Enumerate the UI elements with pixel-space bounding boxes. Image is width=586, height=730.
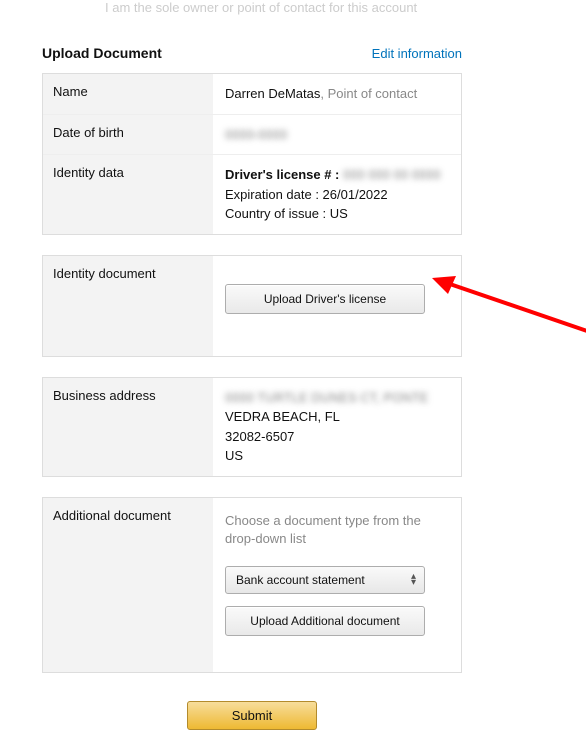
name-text: Darren DeMatas bbox=[225, 86, 320, 101]
additional-doc-value: Choose a document type from the drop-dow… bbox=[213, 498, 461, 672]
expiration-line: Expiration date : 26/01/2022 bbox=[225, 185, 449, 205]
address-line2: VEDRA BEACH, FL bbox=[225, 407, 449, 427]
label-business-address: Business address bbox=[43, 378, 213, 476]
business-address-panel: Business address 0000 TURTLE DUNES CT, P… bbox=[42, 377, 462, 477]
label-name: Name bbox=[43, 74, 213, 114]
row-identity: Identity data Driver's license # : 000 0… bbox=[43, 155, 461, 234]
document-type-select[interactable]: Bank account statement ▴▾ bbox=[225, 566, 425, 594]
value-dob: 0000-0000 bbox=[213, 115, 461, 155]
value-identity: Driver's license # : 000 000 00 0000 Exp… bbox=[213, 155, 461, 234]
value-name: Darren DeMatas, Point of contact bbox=[213, 74, 461, 114]
additional-document-panel: Additional document Choose a document ty… bbox=[42, 497, 462, 673]
country-line: Country of issue : US bbox=[225, 204, 449, 224]
dob-hidden: 0000-0000 bbox=[225, 127, 287, 142]
submit-button[interactable]: Submit bbox=[187, 701, 317, 730]
identity-doc-value: Upload Driver's license bbox=[213, 256, 461, 356]
address-line4: US bbox=[225, 446, 449, 466]
value-business-address: 0000 TURTLE DUNES CT, PONTE VEDRA BEACH,… bbox=[213, 378, 461, 476]
address-line3: 32082-6507 bbox=[225, 427, 449, 447]
label-dob: Date of birth bbox=[43, 115, 213, 155]
row-business-address: Business address 0000 TURTLE DUNES CT, P… bbox=[43, 378, 461, 476]
row-dob: Date of birth 0000-0000 bbox=[43, 115, 461, 156]
submit-wrap: Submit bbox=[42, 693, 462, 730]
edit-information-link[interactable]: Edit information bbox=[372, 46, 462, 61]
page-title: Upload Document bbox=[42, 45, 162, 61]
name-role: , Point of contact bbox=[320, 86, 417, 101]
row-additional-doc: Additional document Choose a document ty… bbox=[43, 498, 461, 672]
label-identity-doc: Identity document bbox=[43, 256, 213, 356]
header-row: Upload Document Edit information bbox=[42, 15, 462, 73]
license-label: Driver's license # : bbox=[225, 167, 339, 182]
chevron-updown-icon: ▴▾ bbox=[411, 574, 416, 586]
document-type-selected: Bank account statement bbox=[236, 573, 365, 587]
truncated-header-text: I am the sole owner or point of contact … bbox=[0, 0, 586, 15]
info-panel: Name Darren DeMatas, Point of contact Da… bbox=[42, 73, 462, 235]
row-identity-doc: Identity document Upload Driver's licens… bbox=[43, 256, 461, 356]
license-hidden: 000 000 00 0000 bbox=[343, 167, 441, 182]
address-line1-hidden: 0000 TURTLE DUNES CT, PONTE bbox=[225, 390, 428, 405]
upload-additional-document-button[interactable]: Upload Additional document bbox=[225, 606, 425, 636]
label-additional-doc: Additional document bbox=[43, 498, 213, 672]
upload-drivers-license-button[interactable]: Upload Driver's license bbox=[225, 284, 425, 314]
additional-doc-instruction: Choose a document type from the drop-dow… bbox=[225, 512, 449, 548]
label-identity: Identity data bbox=[43, 155, 213, 234]
identity-document-panel: Identity document Upload Driver's licens… bbox=[42, 255, 462, 357]
row-name: Name Darren DeMatas, Point of contact bbox=[43, 74, 461, 115]
document-type-select-wrap: Bank account statement ▴▾ bbox=[225, 566, 425, 594]
